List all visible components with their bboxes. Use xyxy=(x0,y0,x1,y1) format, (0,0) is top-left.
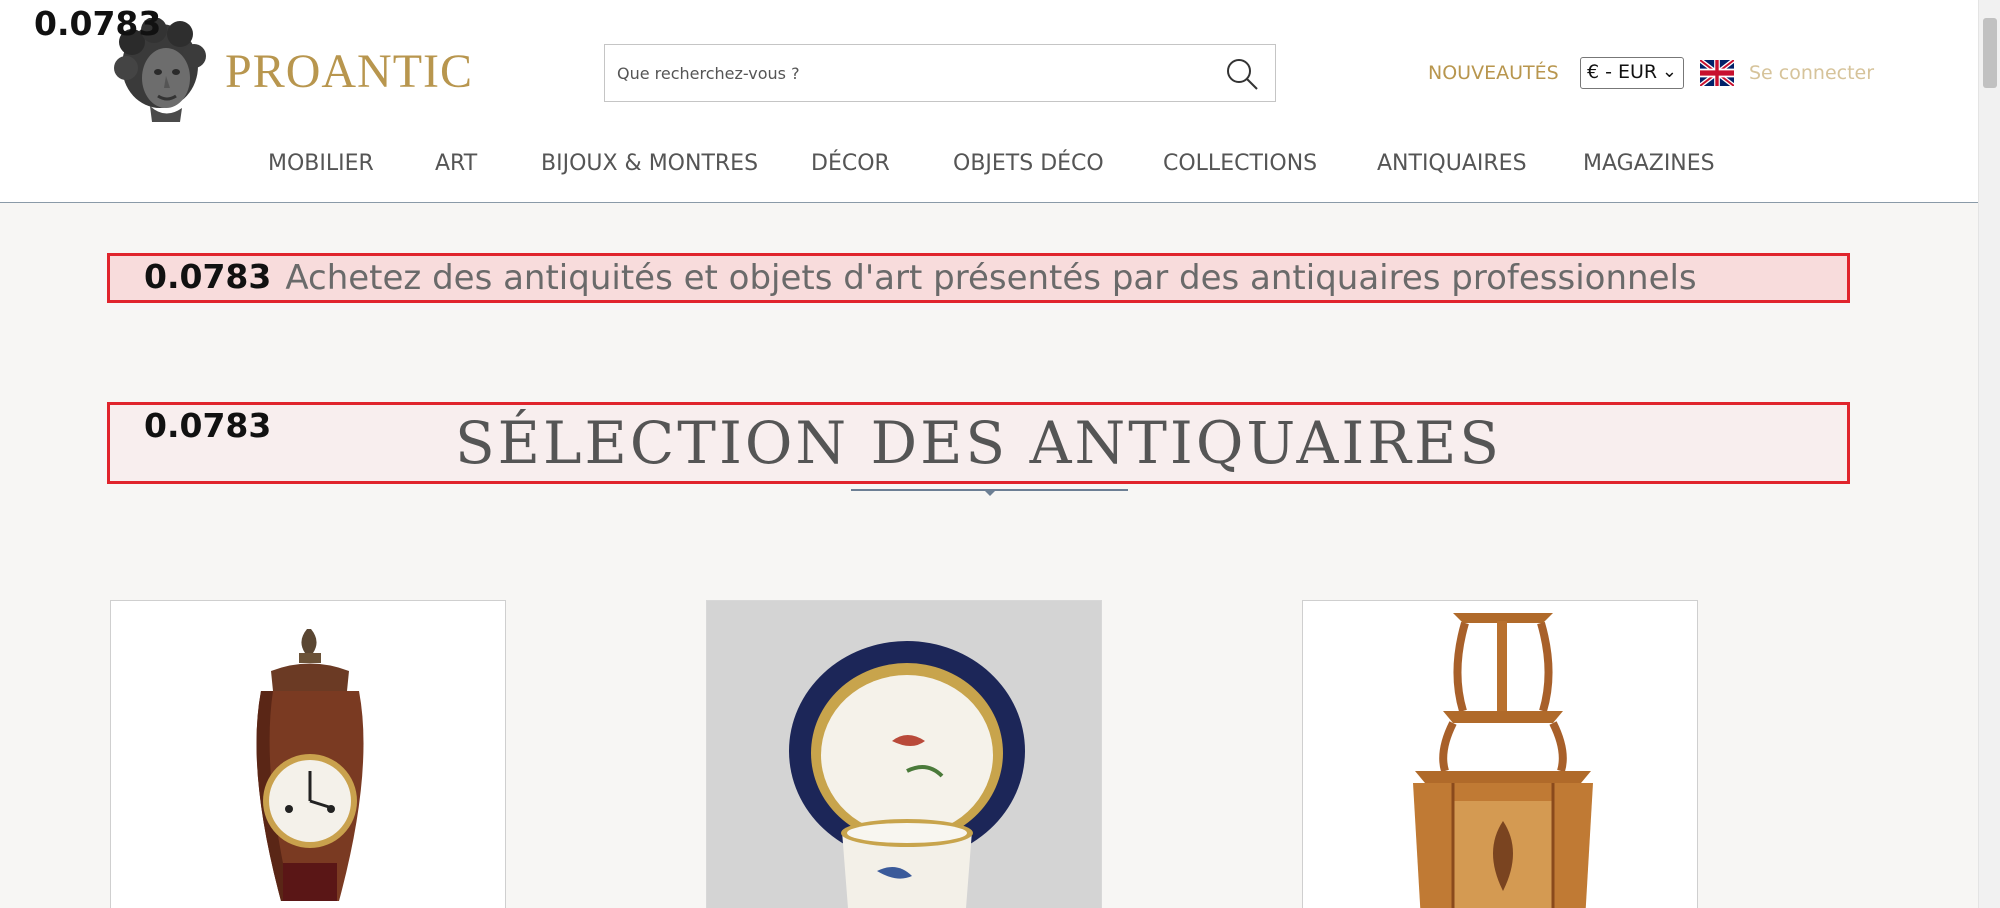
page-scrollbar[interactable] xyxy=(1978,0,2000,908)
nav-item-collections[interactable]: COLLECTIONS xyxy=(1163,151,1317,181)
chevron-down-icon: ⌄ xyxy=(1661,61,1677,82)
nav-item-mobilier[interactable]: MOBILIER xyxy=(268,151,374,181)
logo-text[interactable]: PROANTIC xyxy=(225,44,473,99)
nav-item-antiquaires[interactable]: ANTIQUAIRES xyxy=(1377,151,1527,181)
porcelain-cup-saucer-image xyxy=(707,601,1101,908)
search-box xyxy=(604,44,1276,102)
debug-score-banner: 0.0783 xyxy=(144,257,272,296)
product-card-clock[interactable] xyxy=(110,600,506,908)
section-divider-caret-icon xyxy=(983,489,997,496)
login-link[interactable]: Se connecter xyxy=(1749,62,1874,84)
bracket-clock-image xyxy=(111,601,505,908)
currency-value: € - EUR xyxy=(1587,61,1658,83)
search-input[interactable] xyxy=(605,45,1205,101)
intro-banner-text: Achetez des antiquités et objets d'art p… xyxy=(285,258,1697,298)
debug-score-top: 0.0783 xyxy=(34,4,162,43)
uk-flag-icon[interactable] xyxy=(1700,60,1734,86)
site-header: PROANTIC NOUVEAUTÉS € - EUR ⌄ Se connect… xyxy=(0,0,1978,203)
product-card-porcelain[interactable] xyxy=(706,600,1102,908)
debug-score-section: 0.0783 xyxy=(144,406,272,445)
nav-item-bijoux-montres[interactable]: BIJOUX & MONTRES xyxy=(541,151,758,181)
nav-item-magazines[interactable]: MAGAZINES xyxy=(1583,151,1715,181)
scrollbar-thumb[interactable] xyxy=(1983,18,1997,88)
nav-item-decor[interactable]: DÉCOR xyxy=(811,151,890,181)
section-title: SÉLECTION DES ANTIQUAIRES xyxy=(454,409,1503,477)
nav-item-art[interactable]: ART xyxy=(435,151,477,181)
intro-banner: Achetez des antiquités et objets d'art p… xyxy=(107,253,1850,303)
search-icon[interactable] xyxy=(1225,57,1259,91)
corner-etagere-image xyxy=(1303,601,1697,908)
section-heading-box: SÉLECTION DES ANTIQUAIRES 0.0783 xyxy=(107,402,1850,484)
currency-select[interactable]: € - EUR ⌄ xyxy=(1580,57,1684,89)
nouveautes-link[interactable]: NOUVEAUTÉS xyxy=(1428,62,1559,84)
product-card-etagere[interactable] xyxy=(1302,600,1698,908)
nav-item-objets-deco[interactable]: OBJETS DÉCO xyxy=(953,151,1104,181)
